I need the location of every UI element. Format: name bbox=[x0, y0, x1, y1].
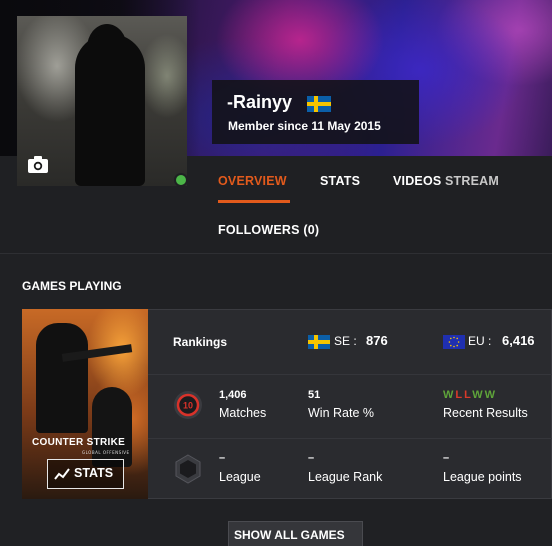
flag-eu-icon bbox=[443, 335, 465, 349]
flag-sweden-icon bbox=[308, 335, 330, 349]
cover-soldier bbox=[92, 387, 132, 467]
camera-icon[interactable] bbox=[27, 154, 49, 174]
league-value: – bbox=[219, 452, 226, 464]
result-win: W bbox=[484, 389, 498, 401]
chart-trend-icon bbox=[54, 468, 70, 480]
rankings-label: Rankings bbox=[173, 335, 228, 349]
tab-videos[interactable]: VIDEOS bbox=[393, 174, 441, 188]
result-loss: L bbox=[455, 389, 465, 401]
league-rank-label: League Rank bbox=[308, 470, 383, 484]
win-rate-label: Win Rate % bbox=[308, 406, 374, 420]
tab-followers[interactable]: FOLLOWERS (0) bbox=[218, 223, 319, 237]
member-since: Member since 11 May 2015 bbox=[228, 119, 381, 133]
league-points-value: – bbox=[443, 452, 450, 464]
recent-results-label: Recent Results bbox=[443, 406, 528, 420]
game-logo-subtitle: GLOBAL OFFENSIVE bbox=[82, 450, 130, 455]
tab-stats[interactable]: STATS bbox=[320, 174, 360, 188]
svg-text:10: 10 bbox=[183, 401, 193, 411]
league-rank-value: – bbox=[308, 452, 315, 464]
league-points-label: League points bbox=[443, 470, 522, 484]
show-all-games-label: SHOW ALL GAMES bbox=[234, 528, 345, 542]
se-ranking-value: 876 bbox=[366, 333, 388, 348]
matches-value: 1,406 bbox=[219, 389, 247, 401]
flag-sweden-icon bbox=[307, 96, 331, 112]
row-divider bbox=[148, 374, 552, 375]
win-rate-value: 51 bbox=[308, 389, 321, 401]
row-divider bbox=[148, 438, 552, 439]
se-ranking-label: SE : bbox=[334, 334, 357, 348]
active-tab-indicator bbox=[218, 200, 290, 203]
league-badge-icon bbox=[175, 454, 201, 484]
cover-soldier bbox=[36, 323, 88, 433]
eu-ranking-label: EU : bbox=[468, 334, 492, 348]
game-logo-text: COUNTER STRIKE bbox=[32, 437, 126, 448]
matches-label: Matches bbox=[219, 406, 267, 420]
result-win: W bbox=[472, 389, 485, 401]
avatar-silhouette-body bbox=[75, 34, 145, 186]
tab-overview[interactable]: OVERVIEW bbox=[218, 174, 287, 188]
games-playing-title: GAMES PLAYING bbox=[22, 279, 122, 293]
online-status-indicator bbox=[174, 173, 188, 187]
profile-name: -Rainyy bbox=[227, 92, 293, 112]
recent-results: WLLWW bbox=[443, 389, 497, 401]
game-stats-button-label: STATS bbox=[74, 466, 114, 480]
league-label: League bbox=[219, 470, 261, 484]
tab-stream[interactable]: STREAM bbox=[445, 174, 499, 188]
result-win: W bbox=[443, 389, 456, 401]
skill-level-icon: 10 bbox=[174, 391, 202, 419]
eu-ranking-value: 6,416 bbox=[502, 333, 535, 348]
